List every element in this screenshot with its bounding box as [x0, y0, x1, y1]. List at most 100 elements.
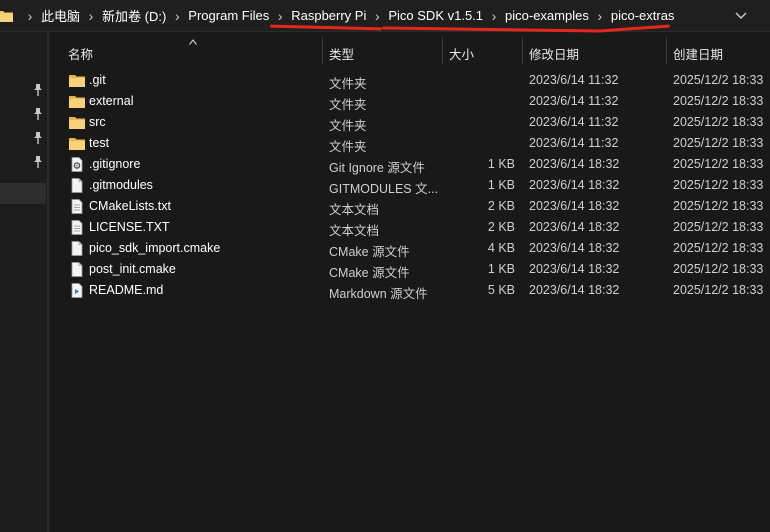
breadcrumb-item-program-files[interactable]: Program Files [188, 8, 269, 23]
file-modified-date: 2023/6/14 11:32 [529, 136, 619, 150]
pin-icon[interactable] [33, 156, 43, 168]
folder-icon [69, 115, 85, 130]
file-modified-date: 2023/6/14 11:32 [529, 94, 619, 108]
file-icon [69, 262, 85, 277]
breadcrumb-item-pico-extras[interactable]: pico-extras [611, 8, 675, 23]
column-divider[interactable] [442, 36, 443, 64]
file-type: CMake 源文件 [329, 245, 410, 259]
file-type: GITMODULES 文... [329, 182, 439, 196]
file-modified-date: 2023/6/14 18:32 [529, 157, 620, 171]
file-created-date: 2025/12/2 18:33 [673, 115, 764, 129]
file-type: 文件夹 [329, 119, 367, 133]
file-created-date: 2025/12/2 18:33 [673, 199, 764, 213]
pin-icon[interactable] [33, 108, 43, 120]
file-created-date: 2025/12/2 18:33 [673, 136, 764, 150]
file-row[interactable]: .gitmodules GITMODULES 文... 1 KB 2023/6/14 … [49, 175, 770, 196]
file-name: pico_sdk_import.cmake [89, 241, 221, 255]
chevron-right-icon[interactable]: › [483, 8, 505, 24]
folder-icon [69, 94, 85, 109]
folder-icon [0, 10, 13, 22]
chevron-right-icon[interactable]: › [269, 8, 291, 24]
chevron-right-icon[interactable]: › [80, 8, 102, 24]
file-created-date: 2025/12/2 18:33 [673, 178, 764, 192]
chevron-down-icon[interactable] [734, 8, 748, 22]
column-header-modified[interactable]: 修改日期 [529, 44, 579, 63]
breadcrumb-item-pico-examples[interactable]: pico-examples [505, 8, 589, 23]
column-header-type[interactable]: 类型 [329, 44, 354, 63]
file-size: 5 KB [487, 283, 515, 297]
column-divider[interactable] [322, 36, 323, 64]
file-row[interactable]: test 文件夹 2023/6/14 11:32 2025/12/2 18:33 [49, 133, 770, 154]
breadcrumb-item-drive[interactable]: 新加卷 (D:) [102, 6, 166, 25]
file-row[interactable]: external 文件夹 2023/6/14 11:32 2025/12/2 18:3… [49, 91, 770, 112]
text-file-icon [69, 220, 85, 235]
column-divider[interactable] [522, 36, 523, 64]
file-name: .gitignore [89, 157, 141, 171]
folder-icon [69, 136, 85, 151]
file-modified-date: 2023/6/14 11:32 [529, 115, 619, 129]
sort-ascending-icon [189, 34, 197, 45]
file-modified-date: 2023/6/14 18:32 [529, 241, 620, 255]
file-name: test [89, 136, 110, 150]
file-size: 1 KB [487, 157, 515, 171]
breadcrumb-item-raspberry-pi[interactable]: Raspberry Pi [291, 8, 366, 23]
breadcrumb-item-this-pc[interactable]: 此电脑 [41, 6, 80, 25]
markdown-file-icon [69, 283, 85, 298]
file-row[interactable]: CMakeLists.txt 文本文档 2 KB 2023/6/14 18:32 202… [49, 196, 770, 217]
file-modified-date: 2023/6/14 11:32 [529, 73, 619, 87]
file-modified-date: 2023/6/14 18:32 [529, 178, 620, 192]
file-row[interactable]: .git 文件夹 2023/6/14 11:32 2025/12/2 18:33 [49, 70, 770, 91]
file-size: 4 KB [487, 241, 515, 255]
chevron-right-icon[interactable]: › [589, 8, 611, 24]
file-row[interactable]: src 文件夹 2023/6/14 11:32 2025/12/2 18:33 [49, 112, 770, 133]
file-name: .git [89, 73, 106, 87]
column-header-size[interactable]: 大小 [449, 44, 474, 63]
file-type: 文件夹 [329, 77, 367, 91]
file-type: 文件夹 [329, 140, 367, 154]
file-modified-date: 2023/6/14 18:32 [529, 283, 620, 297]
file-icon [69, 178, 85, 193]
file-row[interactable]: post_init.cmake CMake 源文件 1 KB 2023/6/14 18… [49, 259, 770, 280]
file-created-date: 2025/12/2 18:33 [673, 94, 764, 108]
file-name: README.md [89, 283, 164, 297]
file-modified-date: 2023/6/14 18:32 [529, 220, 620, 234]
file-type: CMake 源文件 [329, 266, 410, 280]
file-type: Markdown 源文件 [329, 287, 428, 301]
file-type: 文本文档 [329, 224, 380, 238]
text-file-icon [69, 199, 85, 214]
file-size: 1 KB [487, 178, 515, 192]
column-header-name[interactable]: 名称 [68, 44, 93, 63]
file-row[interactable]: .gitignore Git Ignore 源文件 1 KB 2023/6/14 18… [49, 154, 770, 175]
file-row[interactable]: pico_sdk_import.cmake CMake 源文件 4 KB 2023/6… [49, 238, 770, 259]
file-created-date: 2025/12/2 18:33 [673, 283, 764, 297]
column-divider[interactable] [666, 36, 667, 64]
file-created-date: 2025/12/2 18:33 [673, 73, 764, 87]
selected-nav-item[interactable] [0, 183, 46, 204]
file-name: LICENSE.TXT [89, 220, 170, 234]
navigation-pane[interactable] [0, 32, 47, 532]
pin-icon[interactable] [33, 132, 43, 144]
file-row[interactable]: LICENSE.TXT 文本文档 2 KB 2023/6/14 18:32 2025/1… [49, 217, 770, 238]
file-size: 2 KB [487, 220, 515, 234]
file-type: 文件夹 [329, 98, 367, 112]
folder-icon [69, 73, 85, 88]
file-created-date: 2025/12/2 18:33 [673, 241, 764, 255]
chevron-right-icon[interactable]: › [366, 8, 388, 24]
file-type: 文本文档 [329, 203, 380, 217]
file-name: external [89, 94, 134, 108]
file-icon [69, 241, 85, 256]
file-name: post_init.cmake [89, 262, 176, 276]
file-size: 2 KB [487, 199, 515, 213]
file-row[interactable]: README.md Markdown 源文件 5 KB 2023/6/14 18:32… [49, 280, 770, 301]
column-header-created[interactable]: 创建日期 [673, 44, 723, 63]
gear-file-icon [69, 157, 85, 172]
file-modified-date: 2023/6/14 18:32 [529, 262, 620, 276]
file-created-date: 2025/12/2 18:33 [673, 220, 764, 234]
breadcrumb-item-pico-sdk[interactable]: Pico SDK v1.5.1 [388, 8, 483, 23]
chevron-right-icon[interactable]: › [166, 8, 188, 24]
file-created-date: 2025/12/2 18:33 [673, 157, 764, 171]
pin-icon[interactable] [33, 84, 43, 96]
file-modified-date: 2023/6/14 18:32 [529, 199, 620, 213]
file-type: Git Ignore 源文件 [329, 161, 425, 175]
column-header-row: 名称 类型 大小 修改日期 创建日期 [49, 32, 770, 68]
